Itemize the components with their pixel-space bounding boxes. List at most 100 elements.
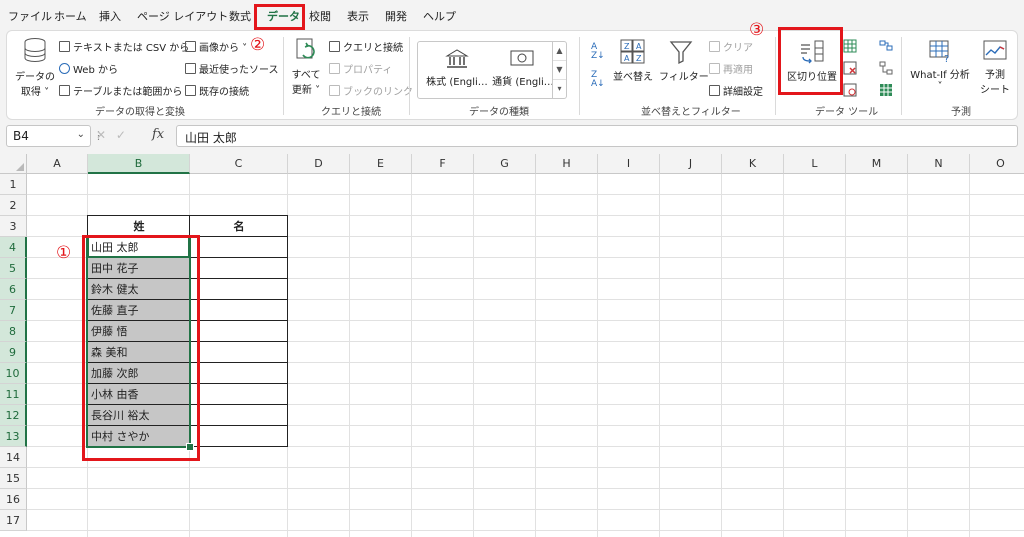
row-header[interactable]: 17 [0,510,27,531]
column-header[interactable]: F [412,154,474,174]
column-header[interactable]: N [908,154,970,174]
column-header[interactable]: G [474,154,536,174]
tab-developer[interactable]: 開発 [385,8,407,24]
name-cell[interactable]: 鈴木 健太 [88,279,190,300]
tab-page-layout[interactable]: ページ レイアウト [137,8,228,24]
row-header[interactable]: 2 [0,195,27,216]
row-header[interactable]: 6 [0,279,27,300]
column-header[interactable]: K [722,154,784,174]
name-cell[interactable]: 森 美和 [88,342,190,363]
name-cell[interactable]: 伊藤 悟 [88,321,190,342]
gallery-scroll[interactable]: ▲ ▼ ▾ [552,42,566,98]
row-header[interactable]: 1 [0,174,27,195]
filter-button[interactable]: フィルター [659,39,709,83]
insert-function-button[interactable]: fx [152,127,164,142]
clear-filter-button[interactable]: クリア [709,39,753,54]
row-header[interactable]: 10 [0,363,27,384]
name-cell[interactable]: 小林 由香 [88,384,190,405]
header-cell-surname[interactable]: 姓 [88,216,190,237]
column-header[interactable]: M [846,154,908,174]
row-header[interactable]: 9 [0,342,27,363]
forecast-sheet-button[interactable]: 予測 シート [979,39,1011,96]
advanced-filter-button[interactable]: 詳細設定 [709,83,763,98]
existing-connections-icon [185,85,196,96]
row-header[interactable]: 3 [0,216,27,237]
name-cell[interactable]: 山田 太郎 [88,237,190,258]
row-header[interactable]: 7 [0,300,27,321]
from-table-range-button[interactable]: テーブルまたは範囲から [59,83,182,98]
name-cell[interactable]: 長谷川 裕太 [88,405,190,426]
flash-fill-icon[interactable] [843,39,857,53]
column-header[interactable]: E [350,154,412,174]
refresh-all-button[interactable]: すべて 更新 ˅ [289,37,323,96]
remove-duplicates-icon[interactable] [843,61,857,75]
refresh-all-label-2: 更新 ˅ [291,85,321,96]
column-header[interactable]: I [598,154,660,174]
properties-button[interactable]: プロパティ [329,61,392,76]
get-data-label-2: 取得 ˅ [20,87,50,98]
tab-formulas[interactable]: 数式 [229,8,251,24]
formula-input[interactable]: 山田 太郎 [176,125,1018,147]
column-header[interactable]: H [536,154,598,174]
select-all-button[interactable] [0,154,27,174]
data-model-icon[interactable] [879,83,893,97]
row-header[interactable]: 15 [0,468,27,489]
from-image-button[interactable]: 画像から ˅ [185,39,247,54]
sort-button[interactable]: ZA AZ 並べ替え [613,39,653,83]
sort-za-button[interactable]: Z A↓ [591,71,605,89]
row-header[interactable]: 11 [0,384,27,405]
gallery-down-icon[interactable]: ▼ [553,61,566,80]
stocks-button[interactable]: 株式 (Engli… [424,48,490,88]
name-box[interactable]: B4 ⌄ [6,125,91,147]
row-header[interactable]: 8 [0,321,27,342]
relationships-icon[interactable] [879,61,893,75]
reapply-button[interactable]: 再適用 [709,61,753,76]
row-header[interactable]: 14 [0,447,27,468]
row-header[interactable]: 16 [0,489,27,510]
sort-az-button[interactable]: A Z↓ [591,43,605,61]
gridline [535,174,536,537]
row-header[interactable]: 5 [0,258,27,279]
chevron-down-icon[interactable]: ⌄ [77,129,85,140]
formula-bar: B4 ⌄ ⋮ ✕ ✓ fx 山田 太郎 [0,125,1024,149]
tab-insert[interactable]: 挿入 [99,8,121,24]
get-data-button[interactable]: データの 取得 ˅ [15,37,55,98]
gallery-more-icon[interactable]: ▾ [553,80,566,98]
worksheet-grid[interactable]: A B C D E F G H I J K L M N O 1 2 3 4 5 6 7 8 9 10 11 12 13 14 15 16 17… [0,154,1024,537]
header-cell-given-name[interactable]: 名 [190,216,288,237]
tab-help[interactable]: ヘルプ [423,8,456,24]
queries-connections-button[interactable]: クエリと接続 [329,39,403,54]
consolidate-icon[interactable] [879,39,893,53]
column-header[interactable]: B [88,154,190,174]
row-header[interactable]: 12 [0,405,27,426]
column-header[interactable]: D [288,154,350,174]
text-to-columns-button[interactable]: 区切り位置 [785,39,839,83]
row-header[interactable]: 4 [0,237,27,258]
tab-review[interactable]: 校閲 [309,8,331,24]
edit-links-button[interactable]: ブックのリンク [329,83,413,98]
gridline [27,509,1024,510]
gallery-up-icon[interactable]: ▲ [553,42,566,61]
existing-connections-button[interactable]: 既存の接続 [185,83,249,98]
row-header[interactable]: 13 [0,426,27,447]
tab-view[interactable]: 表示 [347,8,369,24]
refresh-all-label-1: すべて [291,70,321,81]
column-header[interactable]: A [27,154,88,174]
column-header[interactable]: C [190,154,288,174]
what-if-button[interactable]: ? What-If 分析 ˅ [907,39,973,92]
tab-file[interactable]: ファイル [8,8,52,24]
tab-data[interactable]: データ [267,8,300,29]
data-validation-icon[interactable] [843,83,857,97]
column-header[interactable]: L [784,154,846,174]
name-cell[interactable]: 加藤 次郎 [88,363,190,384]
column-header[interactable]: O [970,154,1024,174]
recent-sources-button[interactable]: 最近使ったソース [185,61,279,76]
from-web-button[interactable]: Web から [59,61,118,76]
name-cell[interactable]: 田中 花子 [88,258,190,279]
currencies-button[interactable]: 通貨 (Engli… [492,48,554,88]
name-cell[interactable]: 佐藤 直子 [88,300,190,321]
tab-home[interactable]: ホーム [54,8,87,24]
from-text-csv-button[interactable]: テキストまたは CSV から [59,39,189,54]
column-header[interactable]: J [660,154,722,174]
name-cell[interactable]: 中村 さやか [88,426,190,447]
